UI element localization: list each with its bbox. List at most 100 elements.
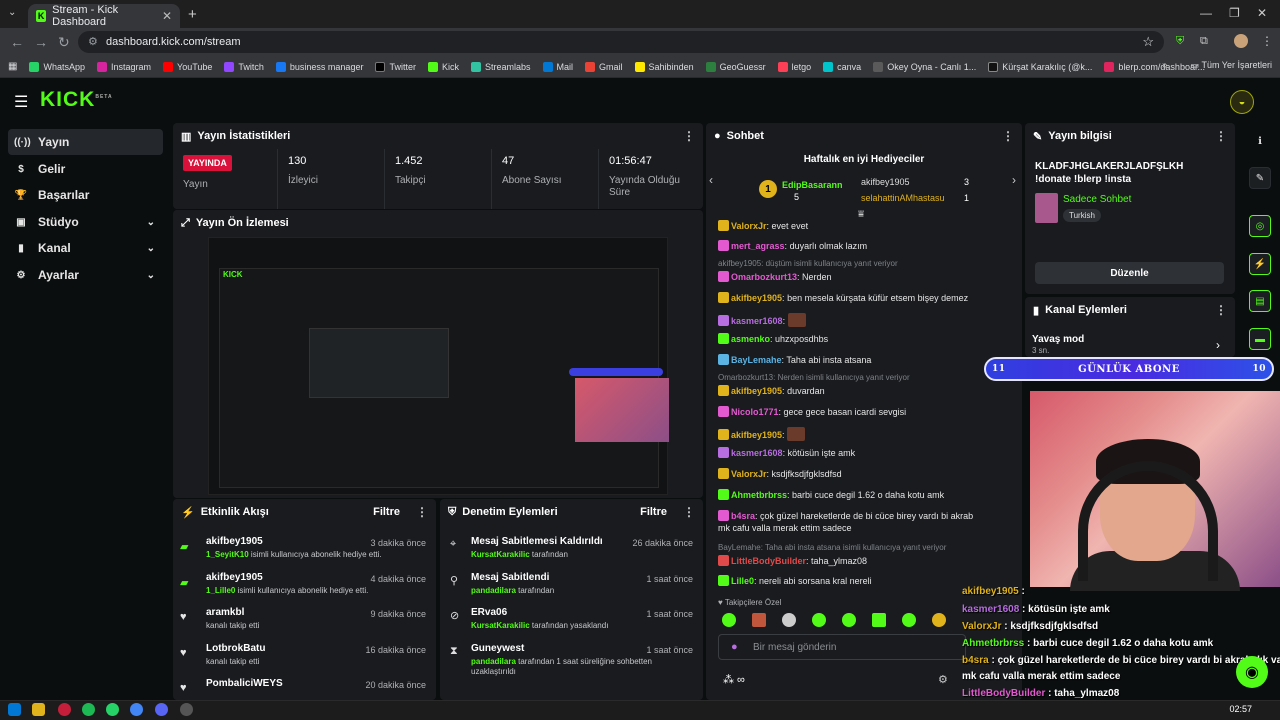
edit-button[interactable]: Düzenle bbox=[1035, 262, 1224, 284]
restore-icon[interactable]: ❐ bbox=[1229, 6, 1240, 20]
emote-icon[interactable] bbox=[722, 613, 736, 627]
category-name[interactable]: Sadece Sohbet bbox=[1063, 194, 1131, 205]
collapse-icon[interactable]: ⩸ bbox=[858, 209, 864, 220]
chat-input[interactable]: ● Bir mesaj gönderin bbox=[718, 634, 966, 660]
bookmark[interactable]: Streamlabs bbox=[470, 61, 531, 72]
filter-button[interactable]: Filtre bbox=[640, 506, 667, 518]
apps-icon[interactable]: ▦ bbox=[8, 61, 17, 72]
chevron-left-icon[interactable]: ‹ bbox=[709, 173, 713, 187]
bookmark[interactable]: Twitch bbox=[224, 61, 264, 72]
extensions-icon[interactable]: ⧉ bbox=[1200, 35, 1208, 48]
more-icon[interactable]: ⋮ bbox=[1215, 303, 1227, 317]
whatsapp-icon[interactable] bbox=[106, 703, 119, 716]
reload-icon[interactable]: ↻ bbox=[58, 34, 70, 51]
chat-username[interactable]: b4sra bbox=[731, 511, 755, 521]
menu-icon[interactable]: ☰ bbox=[14, 92, 28, 112]
bookmark-star-icon[interactable]: ☆ bbox=[1142, 34, 1154, 50]
address-bar[interactable]: ⚙ dashboard.kick.com/stream ☆ bbox=[78, 31, 1164, 53]
chat-username[interactable]: mert_agrass bbox=[731, 241, 785, 251]
sidebar-item-basarilar[interactable]: 🏆 Başarılar bbox=[8, 182, 163, 208]
document-icon[interactable]: ▤ bbox=[1249, 290, 1271, 312]
sidebar-item-yayin[interactable]: ((·)) Yayın bbox=[8, 129, 163, 155]
chrome-icon[interactable] bbox=[130, 703, 143, 716]
stream-preview-video[interactable]: KICK bbox=[208, 237, 669, 495]
folder-icon[interactable] bbox=[32, 703, 45, 716]
chat-username[interactable]: Omarbozkurt13 bbox=[731, 272, 797, 282]
emote-icon[interactable] bbox=[932, 613, 946, 627]
microphone-icon[interactable]: ● bbox=[731, 641, 738, 653]
gifter-name[interactable]: selahattinAMhastasu bbox=[861, 193, 945, 203]
all-bookmarks-folder[interactable]: ▭ Tüm Yer İşaretleri bbox=[1191, 60, 1272, 71]
start-icon[interactable] bbox=[8, 703, 21, 716]
browser-menu-icon[interactable]: ⋮ bbox=[1261, 34, 1273, 48]
chat-settings-icon[interactable]: ⁂ ∞ bbox=[723, 673, 745, 686]
more-bookmarks-icon[interactable]: » bbox=[1162, 60, 1168, 71]
chat-username[interactable]: kasmer1608 bbox=[731, 448, 783, 458]
bookmark[interactable]: Kick bbox=[427, 61, 459, 72]
chat-username[interactable]: akifbey1905 bbox=[731, 293, 782, 303]
tab-close-icon[interactable]: ✕ bbox=[162, 9, 172, 23]
bookmark[interactable]: Mail bbox=[542, 61, 573, 72]
emote-icon[interactable] bbox=[812, 613, 826, 627]
browser-tab[interactable]: K Stream - Kick Dashboard ✕ bbox=[28, 4, 180, 28]
bookmark[interactable]: canva bbox=[823, 61, 861, 72]
bookmark[interactable]: GeoGuessr bbox=[705, 61, 766, 72]
chat-username[interactable]: LittleBodyBuilder bbox=[731, 556, 806, 566]
edit-icon[interactable]: ✎ bbox=[1249, 167, 1271, 189]
sidebar-item-gelir[interactable]: $ Gelir bbox=[8, 156, 163, 182]
more-icon[interactable]: ⋮ bbox=[1002, 129, 1014, 143]
sidebar-item-ayarlar[interactable]: ⚙ Ayarlar ⌄ bbox=[8, 262, 163, 288]
app-icon[interactable] bbox=[58, 703, 71, 716]
user-avatar[interactable]: ◒ bbox=[1230, 90, 1254, 114]
chat-username[interactable]: akifbey1905 bbox=[731, 430, 782, 440]
chat-username[interactable]: Lille0 bbox=[731, 576, 754, 586]
chat-username[interactable]: Ahmetbrbrss bbox=[731, 490, 787, 500]
chat-username[interactable]: ValorxJr bbox=[731, 469, 767, 479]
bookmark[interactable]: letgo bbox=[777, 61, 811, 72]
chat-username[interactable]: akifbey1905 bbox=[731, 386, 782, 396]
chat-fab-button[interactable]: ◉ bbox=[1236, 656, 1268, 688]
chat-username[interactable]: kasmer1608 bbox=[731, 316, 783, 326]
gifter-name[interactable]: EdipBasarann bbox=[782, 180, 843, 190]
spotify-icon[interactable] bbox=[82, 703, 95, 716]
more-icon[interactable]: ⋮ bbox=[683, 129, 695, 143]
kick-logo[interactable]: KICKBETA bbox=[40, 88, 113, 112]
back-icon[interactable]: ← bbox=[10, 34, 24, 50]
sidebar-item-kanal[interactable]: ▮ Kanal ⌄ bbox=[8, 235, 163, 261]
bookmark[interactable]: Kürşat Karakılıç (@k... bbox=[988, 61, 1092, 72]
site-info-icon[interactable]: ⚙ bbox=[88, 35, 98, 48]
slow-mode-label[interactable]: Yavaş mod bbox=[1032, 334, 1084, 345]
extension-shield-icon[interactable]: ⛨ bbox=[1176, 35, 1184, 48]
sidebar-item-studyo[interactable]: ▣ Stüdyo ⌄ bbox=[8, 209, 163, 235]
bookmark[interactable]: business manager bbox=[275, 61, 363, 72]
bookmark[interactable]: Instagram bbox=[96, 61, 151, 72]
more-icon[interactable]: ⋮ bbox=[416, 505, 428, 519]
target-icon[interactable]: ◎ bbox=[1249, 215, 1271, 237]
minimize-icon[interactable]: — bbox=[1200, 6, 1212, 20]
bookmark[interactable]: Twitter bbox=[375, 61, 416, 72]
window-close-icon[interactable]: ✕ bbox=[1257, 6, 1267, 20]
chevron-right-icon[interactable]: › bbox=[1216, 338, 1220, 352]
emote-icon[interactable] bbox=[842, 613, 856, 627]
chat-icon[interactable]: ▬ bbox=[1249, 328, 1271, 350]
info-icon[interactable]: ℹ bbox=[1249, 130, 1271, 152]
chat-username[interactable]: Nicolo1771 bbox=[731, 407, 779, 417]
lightning-icon[interactable]: ⚡ bbox=[1249, 253, 1271, 275]
chevron-right-icon[interactable]: › bbox=[1012, 173, 1016, 187]
emote-icon[interactable] bbox=[782, 613, 796, 627]
more-icon[interactable]: ⋮ bbox=[1215, 129, 1227, 143]
tab-search-icon[interactable]: ⌄ bbox=[8, 7, 16, 18]
emote-icon[interactable] bbox=[902, 613, 916, 627]
bookmark[interactable]: Gmail bbox=[585, 61, 623, 72]
chat-username[interactable]: asmenko bbox=[731, 334, 770, 344]
bookmark[interactable]: Okey Oyna - Canlı 1... bbox=[873, 61, 976, 72]
new-tab-icon[interactable]: + bbox=[188, 6, 197, 23]
gifter-name[interactable]: akifbey1905 bbox=[861, 177, 910, 187]
discord-icon[interactable] bbox=[155, 703, 168, 716]
chat-username[interactable]: BayLemahe bbox=[731, 355, 782, 365]
chat-username[interactable]: ValorxJr bbox=[731, 221, 767, 231]
emote-icon[interactable] bbox=[752, 613, 766, 627]
bookmark[interactable]: YouTube bbox=[163, 61, 212, 72]
profile-avatar[interactable] bbox=[1234, 34, 1248, 48]
gear-icon[interactable]: ⚙ bbox=[938, 673, 948, 686]
